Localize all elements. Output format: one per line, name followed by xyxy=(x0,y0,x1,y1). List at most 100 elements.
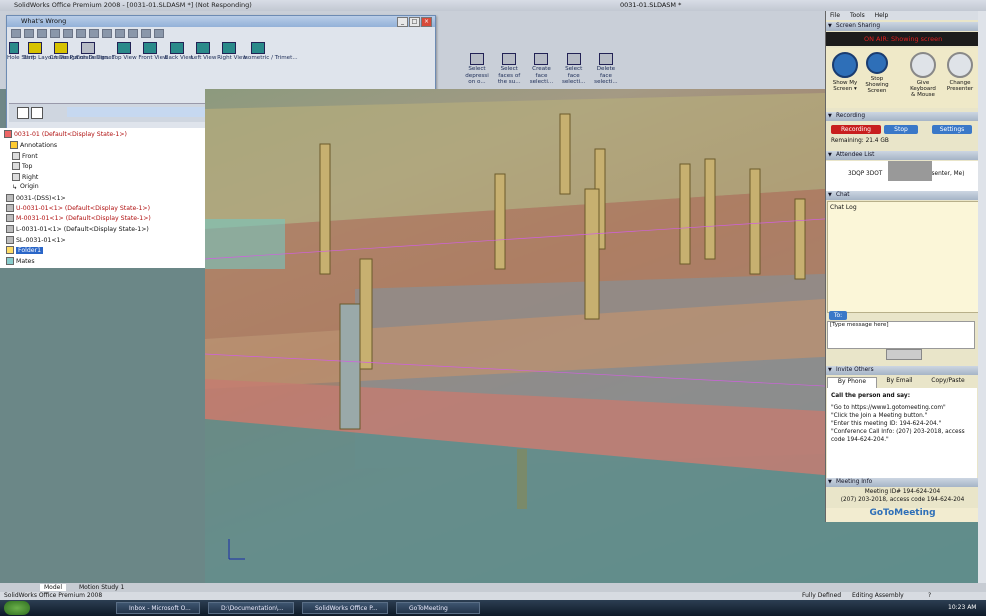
tree-item[interactable]: Annotations xyxy=(10,141,57,149)
chat-header[interactable]: Chat xyxy=(826,191,979,200)
send-button[interactable] xyxy=(886,349,922,360)
subassembly-icon xyxy=(6,225,14,233)
back-view-icon xyxy=(169,42,184,54)
undo-icon[interactable] xyxy=(63,29,73,38)
maximize-button[interactable]: □ xyxy=(409,17,420,27)
tree-item[interactable]: M-0031-01<1> (Default<Display State-1>) xyxy=(6,214,151,222)
face-icon xyxy=(534,53,549,65)
plane-icon xyxy=(12,152,20,160)
windows-taskbar: Inbox - Microsoft O... D:\Documentation\… xyxy=(0,600,986,616)
start-button[interactable] xyxy=(4,601,30,615)
whats-wrong-titlebar[interactable]: What's Wrong _ □ × xyxy=(7,16,435,27)
attendee-name[interactable]: 3DQP 3DOT xyxy=(848,171,882,177)
command-buttons-row: Hole Start Strip Layout Design Create Pu… xyxy=(7,40,435,62)
tree-item[interactable]: Right xyxy=(12,173,38,181)
screen-sharing-header[interactable]: Screen Sharing xyxy=(826,22,979,31)
page-icon[interactable] xyxy=(17,107,29,119)
rotate-icon[interactable] xyxy=(141,29,151,38)
tab-model[interactable]: Model xyxy=(40,584,67,591)
strip-layout-icon xyxy=(28,42,43,54)
list-header xyxy=(67,107,207,117)
tree-item[interactable]: Front xyxy=(12,152,38,160)
select-depression-button[interactable]: Select depressi on o... xyxy=(462,53,492,86)
delete-icon xyxy=(598,53,613,65)
tab-copy-paste[interactable]: Copy/Paste xyxy=(923,377,973,387)
top-view-button[interactable]: Top View xyxy=(112,42,137,62)
remaining-space: Remaining: 21.4 GB xyxy=(831,138,889,144)
strip-layout-button[interactable]: Strip Layout Design xyxy=(23,42,78,62)
right-view-button[interactable]: Right View xyxy=(217,42,247,62)
task-solidworks[interactable]: SolidWorks Office P... xyxy=(302,602,388,614)
tree-item[interactable]: SL-0031-01<1> xyxy=(6,236,66,244)
print-icon[interactable] xyxy=(50,29,60,38)
minimize-button[interactable]: _ xyxy=(397,17,408,27)
model-tabs-bar: Model Motion Study 1 xyxy=(0,583,986,592)
select-face-selection-button[interactable]: Select face selecti... xyxy=(559,53,589,86)
task-gotomeeting[interactable]: GoToMeeting xyxy=(396,602,480,614)
tree-item[interactable]: L-0031-01<1> (Default<Display State-1>) xyxy=(6,225,149,233)
tree-item[interactable]: U-0031-01<1> (Default<Display State-1>) xyxy=(6,204,150,212)
tree-item[interactable]: 0031-01 (Default<Display State-1>) xyxy=(4,130,127,138)
zoom-icon[interactable] xyxy=(115,29,125,38)
to-dropdown[interactable]: To: xyxy=(829,311,847,320)
options-icon[interactable] xyxy=(102,29,112,38)
isometric-icon xyxy=(251,42,266,54)
attendee-list-header[interactable]: Attendee List xyxy=(826,151,979,160)
left-pane-empty xyxy=(0,268,205,583)
stop-showing-screen-button[interactable]: Stop Showing Screen xyxy=(864,52,890,94)
attendee-list: 3DQP 3DOT (Organizer, Presenter, Me) xyxy=(826,161,979,191)
menu-help[interactable]: Help xyxy=(875,12,889,19)
give-keyboard-mouse-button[interactable]: Give Keyboard & Mouse xyxy=(908,52,938,98)
chat-log[interactable]: Chat Log xyxy=(827,201,979,313)
hole-start-button[interactable]: Hole Start xyxy=(7,42,35,62)
part-icon xyxy=(6,236,14,244)
tree-item[interactable]: ↳ Origin xyxy=(12,183,39,191)
punch-icon xyxy=(54,42,69,54)
create-face-selection-button[interactable]: Create face selecti... xyxy=(526,53,556,86)
open-icon[interactable] xyxy=(24,29,34,38)
left-view-icon xyxy=(195,42,210,54)
folder-icon xyxy=(6,246,14,254)
page-icon[interactable] xyxy=(31,107,43,119)
tab-by-email[interactable]: By Email xyxy=(877,377,922,387)
recording-header[interactable]: Recording xyxy=(826,112,979,121)
task-documentation[interactable]: D:\Documentation\... xyxy=(208,602,294,614)
assembly-icon xyxy=(4,130,12,138)
mates-icon xyxy=(6,257,14,265)
select-faces-button[interactable]: Select faces of the su... xyxy=(494,53,524,86)
isometric-button[interactable]: Isometric / Trimet... xyxy=(243,42,298,62)
chat-message-input[interactable]: [Type message here] xyxy=(827,321,975,349)
stop-recording-button[interactable]: Stop xyxy=(884,125,918,134)
create-punch-button[interactable]: Create Punch Design... xyxy=(49,42,113,62)
tree-item[interactable]: Top xyxy=(12,162,32,170)
new-icon[interactable] xyxy=(11,29,21,38)
tree-item-selected[interactable]: Folder1 xyxy=(6,246,44,254)
settings-button[interactable]: Settings xyxy=(932,125,972,134)
close-button[interactable]: × xyxy=(421,17,432,27)
menu-tools[interactable]: Tools xyxy=(850,12,865,19)
create-dieset-button[interactable]: Create Dieset xyxy=(76,42,114,62)
show-my-screen-button[interactable]: Show My Screen ▾ xyxy=(832,52,858,92)
redacted-block xyxy=(888,161,932,181)
redo-icon[interactable] xyxy=(76,29,86,38)
front-view-button[interactable]: Front View xyxy=(138,42,168,62)
tree-item[interactable]: Mates xyxy=(6,257,35,265)
invite-others-header[interactable]: Invite Others xyxy=(826,366,979,375)
section-icon[interactable] xyxy=(154,29,164,38)
tree-item[interactable]: 0031-(DSS)<1> xyxy=(6,194,66,202)
rebuild-icon[interactable] xyxy=(89,29,99,38)
invite-instructions: Call the person and say: "Go to https://… xyxy=(827,388,977,478)
pan-icon[interactable] xyxy=(128,29,138,38)
change-presenter-button[interactable]: Change Presenter xyxy=(944,52,976,92)
help-icon[interactable]: ? xyxy=(928,592,931,600)
recording-button[interactable]: Recording xyxy=(831,125,881,134)
tab-motion-study[interactable]: Motion Study 1 xyxy=(75,584,128,591)
menu-file[interactable]: File xyxy=(830,12,840,19)
delete-face-selection-button[interactable]: Delete face selecti... xyxy=(591,53,621,86)
left-view-button[interactable]: Left View xyxy=(191,42,216,62)
save-icon[interactable] xyxy=(37,29,47,38)
task-inbox[interactable]: Inbox - Microsoft O... xyxy=(116,602,200,614)
small-toolbar xyxy=(7,27,435,40)
back-view-button[interactable]: Back View xyxy=(165,42,193,62)
meeting-info-header[interactable]: Meeting Info xyxy=(826,478,979,487)
